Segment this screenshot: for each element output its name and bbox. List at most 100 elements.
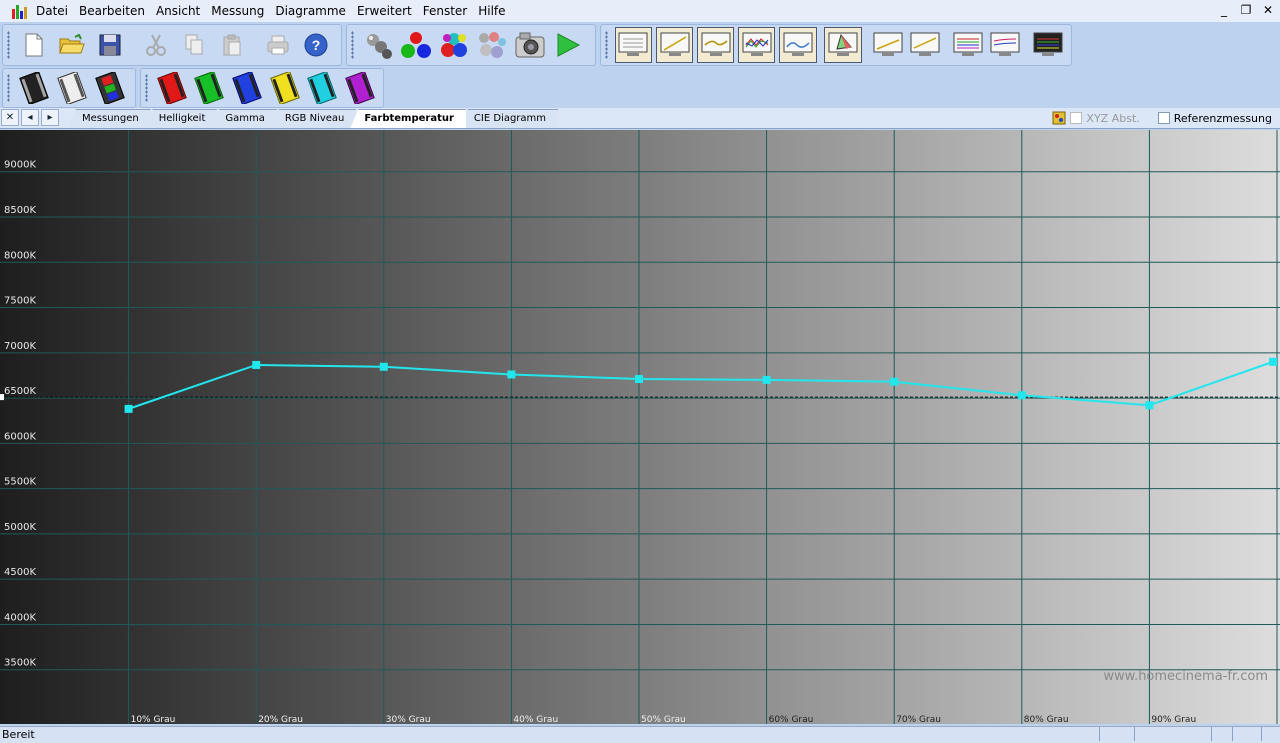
gray-ramp-column: [0, 130, 129, 724]
toolbar-grip[interactable]: [145, 74, 148, 102]
y-tick-label: 8500K: [4, 205, 36, 216]
pattern-yellow-button[interactable]: [268, 71, 302, 105]
pattern-magenta-button[interactable]: [343, 71, 377, 105]
menu-datei[interactable]: Datei: [32, 4, 75, 18]
pattern-rgb-button[interactable]: [93, 71, 127, 105]
xyz-abst-checkbox[interactable]: [1070, 112, 1083, 124]
cut-button[interactable]: [139, 28, 173, 62]
sensor-button[interactable]: [361, 28, 395, 62]
pattern-green-button[interactable]: [193, 71, 227, 105]
paste-button[interactable]: [215, 28, 249, 62]
gray-ramp-column: [1020, 130, 1150, 724]
gray-ramp-column: [893, 130, 1022, 724]
toolbar-grip[interactable]: [7, 74, 10, 102]
gray-ramp-column: [765, 130, 895, 724]
secondary-measure-button[interactable]: [437, 28, 471, 62]
chart-view-5-button[interactable]: [1032, 28, 1065, 62]
film-strip-magenta-icon: [345, 72, 375, 104]
toolbar-patterns-gray: [2, 68, 136, 108]
color-temp-view-button[interactable]: [779, 27, 817, 63]
open-file-button[interactable]: [55, 28, 89, 62]
chart-view-1-button[interactable]: [871, 28, 904, 62]
luminance-view-button[interactable]: [656, 27, 694, 63]
rgb-measure-button[interactable]: [399, 28, 433, 62]
tab-prev-icon[interactable]: ◂: [21, 109, 39, 126]
toolbar-grip[interactable]: [605, 31, 608, 59]
data-point: [1269, 357, 1277, 366]
tab-messungen[interactable]: Messungen: [68, 109, 151, 128]
monitor-table-icon: [618, 32, 648, 56]
status-bar: Bereit: [0, 726, 1280, 743]
capture-button[interactable]: [513, 28, 547, 62]
xyz-abst-label: XYZ Abst.: [1086, 111, 1140, 125]
tab-gamma[interactable]: Gamma: [211, 109, 277, 128]
minimize-button[interactable]: _: [1216, 2, 1232, 18]
tab-farbtemperatur[interactable]: Farbtemperatur: [350, 109, 466, 128]
tab-cie-diagramm[interactable]: CIE Diagramm: [459, 109, 559, 128]
y-tick-label: 9000K: [4, 160, 36, 171]
menu-erweitert[interactable]: Erweitert: [353, 4, 419, 18]
saturation-measure-button[interactable]: [475, 28, 509, 62]
chart-view-2-button[interactable]: [909, 28, 942, 62]
new-file-button[interactable]: [17, 28, 51, 62]
copy-button[interactable]: [177, 28, 211, 62]
monitor-gamma-icon: [701, 32, 731, 56]
tab-helligkeit[interactable]: Helligkeit: [144, 109, 218, 128]
color-balls-icon: [479, 32, 506, 58]
toolbar-grip[interactable]: [351, 31, 354, 59]
x-tick-label: 20% Grau: [258, 715, 303, 724]
status-panel: [1211, 727, 1232, 741]
gray-ramp-column: [255, 130, 384, 724]
tab-rgb-niveau[interactable]: RGB Niveau: [270, 109, 357, 128]
measurements-view-button[interactable]: [614, 27, 653, 63]
app-icon: [12, 3, 28, 19]
menu-ansicht[interactable]: Ansicht: [152, 4, 207, 18]
palette-icon[interactable]: [1052, 111, 1066, 125]
monitor-rgb-icon: [742, 32, 772, 56]
chart-view-4-button[interactable]: [989, 28, 1022, 62]
y-tick-label: 3500K: [4, 658, 36, 669]
pattern-black-button[interactable]: [17, 71, 51, 105]
close-tab-icon[interactable]: ✕: [1, 109, 19, 126]
gray-ramp-column: [127, 130, 257, 724]
gamma-view-button[interactable]: [697, 27, 735, 63]
sensor-balls-icon: [367, 34, 392, 59]
referenzmessung-label: Referenzmessung: [1173, 111, 1272, 125]
save-button[interactable]: [93, 28, 127, 62]
chart-view-3-button[interactable]: [952, 28, 985, 62]
menu-hilfe[interactable]: Hilfe: [474, 4, 512, 18]
menu-messung[interactable]: Messung: [207, 4, 271, 18]
pattern-white-button[interactable]: [55, 71, 89, 105]
pattern-cyan-button[interactable]: [306, 71, 340, 105]
y-tick-label: 6500K: [4, 386, 36, 397]
pattern-red-button[interactable]: [155, 71, 189, 105]
status-panel: [1232, 727, 1261, 741]
toolbar-grip[interactable]: [7, 31, 10, 59]
y-tick-label: 5500K: [4, 477, 36, 488]
start-button[interactable]: [551, 28, 585, 62]
save-icon: [99, 34, 121, 56]
rgb-level-view-button[interactable]: [738, 27, 776, 63]
monitor-colortemp-icon: [783, 32, 813, 56]
help-button[interactable]: ?: [299, 28, 333, 62]
play-icon: [557, 33, 581, 57]
toolbar-standard: ?: [2, 24, 342, 66]
close-window-button[interactable]: ✕: [1260, 2, 1276, 18]
tab-next-icon[interactable]: ▸: [41, 109, 59, 126]
film-strip-red-icon: [156, 72, 187, 104]
referenzmessung-checkbox[interactable]: [1157, 112, 1170, 124]
restore-button[interactable]: ❐: [1238, 2, 1254, 18]
status-panels: [1099, 727, 1280, 741]
menu-bearbeiten[interactable]: Bearbeiten: [75, 4, 152, 18]
reference-marker: [0, 394, 4, 401]
data-point: [1145, 401, 1154, 410]
print-button[interactable]: [261, 28, 295, 62]
status-panel: [1099, 727, 1134, 741]
pattern-blue-button[interactable]: [230, 71, 264, 105]
toolbar-charts: [600, 24, 1072, 66]
data-point: [762, 375, 771, 384]
menu-fenster[interactable]: Fenster: [419, 4, 475, 18]
menu-bar: Datei Bearbeiten Ansicht Messung Diagram…: [0, 0, 1280, 22]
menu-diagramme[interactable]: Diagramme: [271, 4, 353, 18]
cie-view-button[interactable]: [824, 27, 862, 63]
